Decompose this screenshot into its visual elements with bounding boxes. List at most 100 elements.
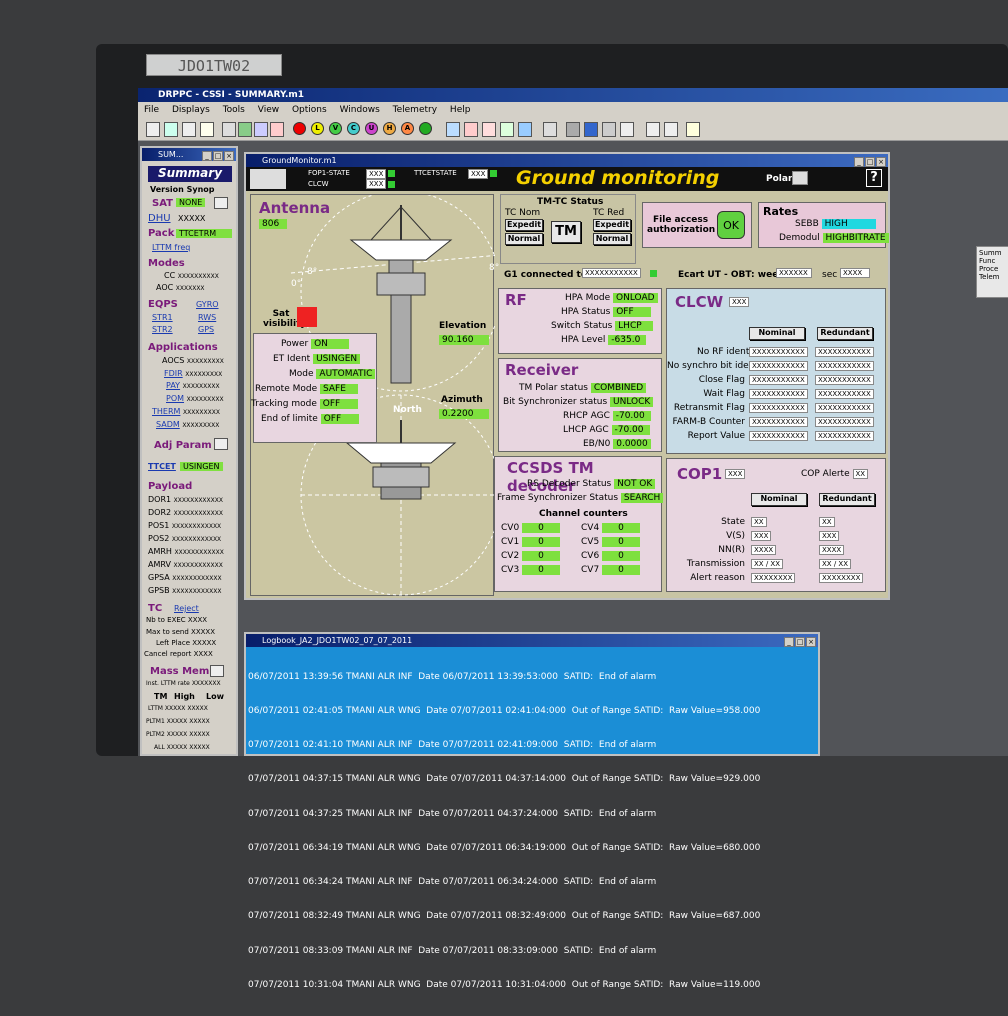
toolbar-monitor-icon[interactable]	[584, 122, 598, 137]
toolbar-h-icon[interactable]: H	[383, 122, 396, 135]
toolbar-v-icon[interactable]: V	[329, 122, 342, 135]
toolbar-tool-icon[interactable]	[602, 122, 616, 137]
side-item[interactable]: Proce	[979, 265, 1008, 273]
maximize-icon[interactable]: □	[865, 157, 875, 167]
tm-button[interactable]: TM	[551, 221, 581, 243]
mass-row-lttm: LTTM XXXXX XXXXX	[148, 705, 208, 712]
toolbar-tool-icon[interactable]	[464, 122, 478, 137]
ecart-label: Ecart UT - OBT: week	[678, 270, 785, 280]
tc-nom-normal[interactable]: Normal	[505, 233, 543, 245]
minimize-icon[interactable]: _	[202, 151, 212, 161]
toolbar-doc-icon[interactable]	[146, 122, 160, 137]
app-pom[interactable]: POM XXXXXXXXX	[166, 394, 224, 403]
toolbar-tool-icon[interactable]	[543, 122, 557, 137]
cop1-header-value: XXX	[725, 469, 746, 479]
cop-redundant-button[interactable]: Redundant	[819, 493, 875, 506]
toolbar-display-icon[interactable]	[222, 122, 236, 137]
eqps-rws[interactable]: RWS	[198, 313, 216, 322]
cop-value: XX	[819, 517, 835, 527]
menu-options[interactable]: Options	[292, 105, 327, 115]
toolbar-tool-icon[interactable]	[620, 122, 634, 137]
payload-dor2: DOR2 XXXXXXXXXXXX	[148, 508, 223, 517]
tc-nom-expedit[interactable]: Expedit	[505, 219, 543, 231]
maximize-icon[interactable]: □	[795, 637, 805, 647]
toolbar-display-icon[interactable]	[254, 122, 268, 137]
toolbar-go-icon[interactable]	[419, 122, 432, 135]
toolbar-tool-icon[interactable]	[500, 122, 514, 137]
tc-nb-exec: Nb to EXEC XXXX	[146, 616, 208, 624]
app-therm[interactable]: THERM XXXXXXXXX	[152, 407, 220, 416]
toolbar-doc-icon[interactable]	[182, 122, 196, 137]
north-label: North	[393, 405, 422, 415]
close-icon[interactable]: ×	[876, 157, 886, 167]
clcw-nominal-button[interactable]: Nominal	[749, 327, 805, 340]
logbook-entries[interactable]: 06/07/2011 13:39:56 TMANI ALR INF Date 0…	[246, 647, 818, 1016]
folder-icon[interactable]	[214, 438, 228, 450]
side-item[interactable]: Telem	[979, 273, 1008, 281]
side-item[interactable]: Summ	[979, 249, 1008, 257]
demodul-row: Demodul HIGHBITRATE	[779, 233, 889, 243]
folder-icon[interactable]	[210, 665, 224, 677]
folder-icon[interactable]	[214, 197, 228, 209]
tc-red-normal[interactable]: Normal	[593, 233, 631, 245]
minimize-icon[interactable]: _	[854, 157, 864, 167]
tc-left-place: Left Place XXXXX	[156, 639, 217, 647]
close-icon[interactable]: ×	[806, 637, 816, 647]
file-access-ok: OK	[717, 211, 745, 239]
tc-red-expedit[interactable]: Expedit	[593, 219, 631, 231]
toolbar-tool-icon[interactable]	[482, 122, 496, 137]
eqps-gyro[interactable]: GYRO	[196, 300, 219, 309]
eqps-str1[interactable]: STR1	[152, 313, 173, 322]
toolbar-c-icon[interactable]: C	[347, 122, 360, 135]
dhu-link[interactable]: DHU	[148, 213, 171, 224]
help-icon[interactable]: ?	[866, 169, 882, 187]
app-pay[interactable]: PAY XXXXXXXXX	[166, 381, 220, 390]
version-synop: Version Synop	[150, 185, 215, 194]
toolbar-u-icon[interactable]: U	[365, 122, 378, 135]
toolbar-a-icon[interactable]: A	[401, 122, 414, 135]
ttcetstate-led	[490, 170, 497, 177]
menu-view[interactable]: View	[258, 105, 279, 115]
toolbar-red-icon[interactable]	[293, 122, 306, 135]
menu-file[interactable]: File	[144, 105, 159, 115]
wait-flag-label: Wait Flag	[703, 389, 745, 399]
cop-value: XXXX	[751, 545, 777, 555]
eqps-str2[interactable]: STR2	[152, 325, 173, 334]
toolbar-tool-icon[interactable]	[518, 122, 532, 137]
toolbar-tool-icon[interactable]	[664, 122, 678, 137]
toolbar-help-icon[interactable]	[686, 122, 700, 137]
cop-nominal-button[interactable]: Nominal	[751, 493, 807, 506]
app-fdir[interactable]: FDIR XXXXXXXXX	[164, 369, 222, 378]
toolbar-display-icon[interactable]	[270, 122, 284, 137]
ttcet-link[interactable]: TTCET	[148, 462, 176, 471]
antenna-value: 806	[259, 219, 287, 229]
menu-tools[interactable]: Tools	[223, 105, 245, 115]
toolbar-doc-icon[interactable]	[164, 122, 178, 137]
menu-windows[interactable]: Windows	[340, 105, 380, 115]
maximize-icon[interactable]: □	[213, 151, 223, 161]
azimuth-value: 0.2200	[439, 409, 489, 419]
menu-help[interactable]: Help	[450, 105, 471, 115]
menu-displays[interactable]: Displays	[172, 105, 210, 115]
eqps-gps[interactable]: GPS	[198, 325, 214, 334]
toolbar-display-icon[interactable]	[238, 122, 252, 137]
toolbar-doc-icon[interactable]	[200, 122, 214, 137]
clcw-redundant-button[interactable]: Redundant	[817, 327, 873, 340]
receiver-heading: Receiver	[505, 361, 579, 379]
cop-value: XXX	[819, 531, 840, 541]
menu-telemetry[interactable]: Telemetry	[393, 105, 437, 115]
side-item[interactable]: Func	[979, 257, 1008, 265]
desktop: DRPPC - CSSI - SUMMARY.m1 File Displays …	[138, 88, 1008, 990]
toolbar-tool-icon[interactable]	[446, 122, 460, 137]
rf-panel: RF HPA Mode ONLOAD HPA Status OFF Switch…	[498, 288, 662, 354]
close-icon[interactable]: ×	[224, 151, 234, 161]
app-sadm[interactable]: SADM XXXXXXXXX	[156, 420, 219, 429]
polar-folder-icon[interactable]	[792, 171, 808, 185]
toolbar-tool-icon[interactable]	[646, 122, 660, 137]
toolbar-print-icon[interactable]	[566, 122, 580, 137]
toolbar-l-icon[interactable]: L	[311, 122, 324, 135]
lttm-freq-link[interactable]: LTTM freq	[152, 243, 190, 252]
cop-value: XXXX	[819, 545, 845, 555]
minimize-icon[interactable]: _	[784, 637, 794, 647]
reject-link[interactable]: Reject	[174, 604, 199, 613]
